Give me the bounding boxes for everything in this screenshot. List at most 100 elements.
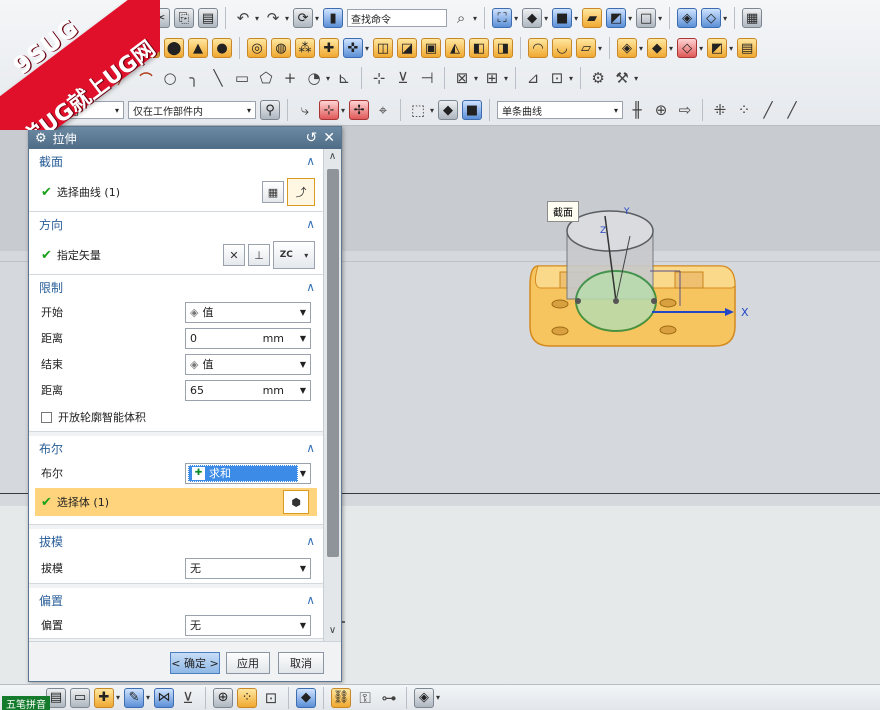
snap-end-icon[interactable]: ✢ [349, 100, 370, 120]
offset-curve-icon[interactable]: ⊾ [334, 68, 354, 88]
collapse-icon[interactable]: ∧ [306, 217, 315, 231]
diagonal-line-icon[interactable]: ╱ [758, 100, 778, 120]
rule-icon[interactable]: ⊻ [178, 688, 198, 708]
cube-group-icon[interactable]: ◈ [414, 687, 435, 708]
boolean-select[interactable]: ✚ 求和 ▼ [185, 462, 311, 484]
collapse-icon[interactable]: ∧ [306, 441, 315, 455]
draft-select[interactable]: 无 ▼ [185, 557, 311, 579]
dialog-titlebar[interactable]: ⚙ 拉伸 ↺ ✕ [29, 127, 341, 149]
group-boolean-header[interactable]: 布尔 ∧ [29, 436, 323, 460]
end-type-select[interactable]: ◈ 值 ▼ [185, 353, 311, 375]
boss-icon[interactable]: ◍ [271, 38, 291, 58]
chain-icon[interactable]: ⛓ [331, 687, 352, 708]
collapse-icon[interactable]: ∧ [306, 154, 315, 168]
scroll-up-icon[interactable]: ∧ [324, 151, 341, 165]
undo-icon[interactable]: ↶ [233, 8, 253, 28]
open-profile-checkbox[interactable] [41, 411, 52, 423]
reset-icon[interactable]: ↺ [306, 130, 318, 146]
paste-icon[interactable]: ▤ [198, 8, 218, 28]
redo-icon[interactable]: ↷ [263, 8, 283, 28]
make-corner-icon[interactable]: ⊣ [417, 68, 437, 88]
assembly-icon[interactable]: ⊕ [213, 687, 234, 708]
snap-view-icon[interactable]: ◈ [677, 8, 698, 28]
point-icon[interactable]: + [280, 68, 300, 88]
edge-blend-icon[interactable]: ◫ [373, 38, 394, 58]
reset-filter-icon[interactable]: ⚲ [260, 100, 280, 120]
collapse-icon[interactable]: ∧ [306, 534, 315, 548]
chamfer-sketch-icon[interactable]: ╲ [208, 68, 228, 88]
ok-button[interactable]: < 确定 > [170, 652, 220, 674]
draft-icon[interactable]: ◭ [445, 38, 466, 58]
arc-icon[interactable]: ⌒ [136, 68, 156, 88]
shell-icon[interactable]: ▣ [421, 38, 442, 58]
pattern-curve-icon[interactable]: ⊞ [482, 68, 502, 88]
split-body-icon[interactable]: ◨ [493, 38, 514, 58]
snap-point-icon[interactable]: ⊹ [319, 100, 339, 120]
follow-fillet-icon[interactable]: ⊕ [651, 100, 671, 120]
profile-icon[interactable]: ᔕ [88, 68, 108, 88]
gear-icon[interactable]: ⚙ [35, 131, 47, 146]
edit-feature-icon[interactable]: ✎ [124, 687, 145, 708]
select-body-row[interactable]: ✔ 选择体 (1) ⬢ [35, 488, 317, 516]
revolve-icon[interactable]: ◐ [116, 38, 136, 58]
group-direction-header[interactable]: 方向 ∧ [29, 212, 323, 236]
resize-face-icon[interactable]: ▤ [737, 38, 758, 58]
body-cube-icon[interactable]: ⬢ [283, 490, 309, 514]
curve-select-button[interactable]: ⤴ [287, 178, 315, 206]
trim-body-icon[interactable]: ◧ [469, 38, 490, 58]
relations-icon[interactable]: ⚙ [588, 68, 608, 88]
render-style-icon[interactable]: ◆ [522, 8, 543, 28]
specify-vector-row[interactable]: ✔ 指定矢量 ✕ ⊥ ZC ▾ [29, 236, 323, 274]
hole-icon[interactable]: ◎ [247, 38, 267, 58]
end-distance-input[interactable]: 65 mm ▼ [185, 379, 311, 401]
offset-face-icon[interactable]: ◆ [647, 38, 668, 58]
delete-face-icon[interactable]: ◇ [677, 38, 698, 58]
select-feature-icon[interactable]: ⤷ [295, 100, 315, 120]
dashed-node2-icon[interactable]: ⁘ [734, 100, 754, 120]
key-icon[interactable]: ⚿ [355, 688, 375, 708]
flip-icon[interactable]: ⋈ [154, 687, 175, 708]
shaded-cube-icon[interactable]: ■ [552, 8, 573, 28]
scroll-thumb[interactable] [327, 169, 339, 557]
copy-icon[interactable]: ⎘ [174, 8, 194, 28]
quick-trim-icon[interactable]: ⊹ [369, 68, 389, 88]
block-icon[interactable]: ◼ [140, 38, 160, 58]
sphere-icon[interactable]: ● [212, 38, 232, 58]
extrude-icon[interactable]: ▉ [92, 38, 112, 58]
reverse-direction-button[interactable]: ✕ [223, 244, 245, 266]
background-icon[interactable]: □ [636, 8, 657, 28]
stop-at-intersection-icon[interactable]: ╫ [627, 100, 647, 120]
line-icon[interactable]: ╱ [112, 68, 132, 88]
cancel-button[interactable]: 取消 [278, 652, 324, 674]
new-feature-icon[interactable]: ✚ [94, 687, 114, 708]
arrow-right-icon[interactable]: ⇨ [675, 100, 695, 120]
start-type-select[interactable]: ◈ 值 ▼ [185, 301, 311, 323]
unite-icon[interactable]: ✚ [319, 38, 339, 58]
select-curve-row[interactable]: ✔ 选择曲线 (1) ▦ ⤴ [29, 173, 323, 211]
component-icon[interactable]: ⁘ [237, 687, 258, 708]
command-finder-icon[interactable]: ▮ [323, 8, 344, 28]
view-orient-icon[interactable]: ◩ [606, 8, 627, 28]
dashed-node-icon[interactable]: ⁜ [710, 100, 730, 120]
fit-view-icon[interactable]: ⛶ [492, 8, 513, 28]
ime-indicator[interactable]: 五笔拼音 [2, 696, 50, 710]
scope-selector[interactable]: 仅在工作部件内 ▾ [128, 101, 256, 119]
diamond-icon[interactable]: ◆ [296, 687, 317, 708]
rectangle-icon[interactable]: ▭ [232, 68, 252, 88]
group-offset-header[interactable]: 偏置 ∧ [29, 588, 323, 612]
box-select-icon[interactable]: ⬚ [408, 100, 428, 120]
measure-icon[interactable]: ⊶ [379, 688, 399, 708]
sketch-section-button[interactable]: ▦ [262, 181, 284, 203]
group-limits-header[interactable]: 限制 ∧ [29, 275, 323, 299]
open-profile-row[interactable]: 开放轮廓智能体积 [29, 403, 323, 431]
snap-mid-icon[interactable]: ⌖ [373, 100, 393, 120]
fillet-icon[interactable]: ╮ [184, 68, 204, 88]
move-face-icon[interactable]: ◈ [617, 38, 638, 58]
apply-button[interactable]: 应用 [226, 652, 270, 674]
dimension-icon[interactable]: ⊡ [547, 68, 567, 88]
orient-view-icon[interactable]: ◇ [701, 8, 722, 28]
repeat-command-icon[interactable]: ⟳ [293, 8, 314, 28]
group-draft-header[interactable]: 拔模 ∧ [29, 529, 323, 553]
circle-icon[interactable]: ○ [160, 68, 180, 88]
vector-type-dropdown[interactable]: ZC ▾ [273, 241, 315, 269]
